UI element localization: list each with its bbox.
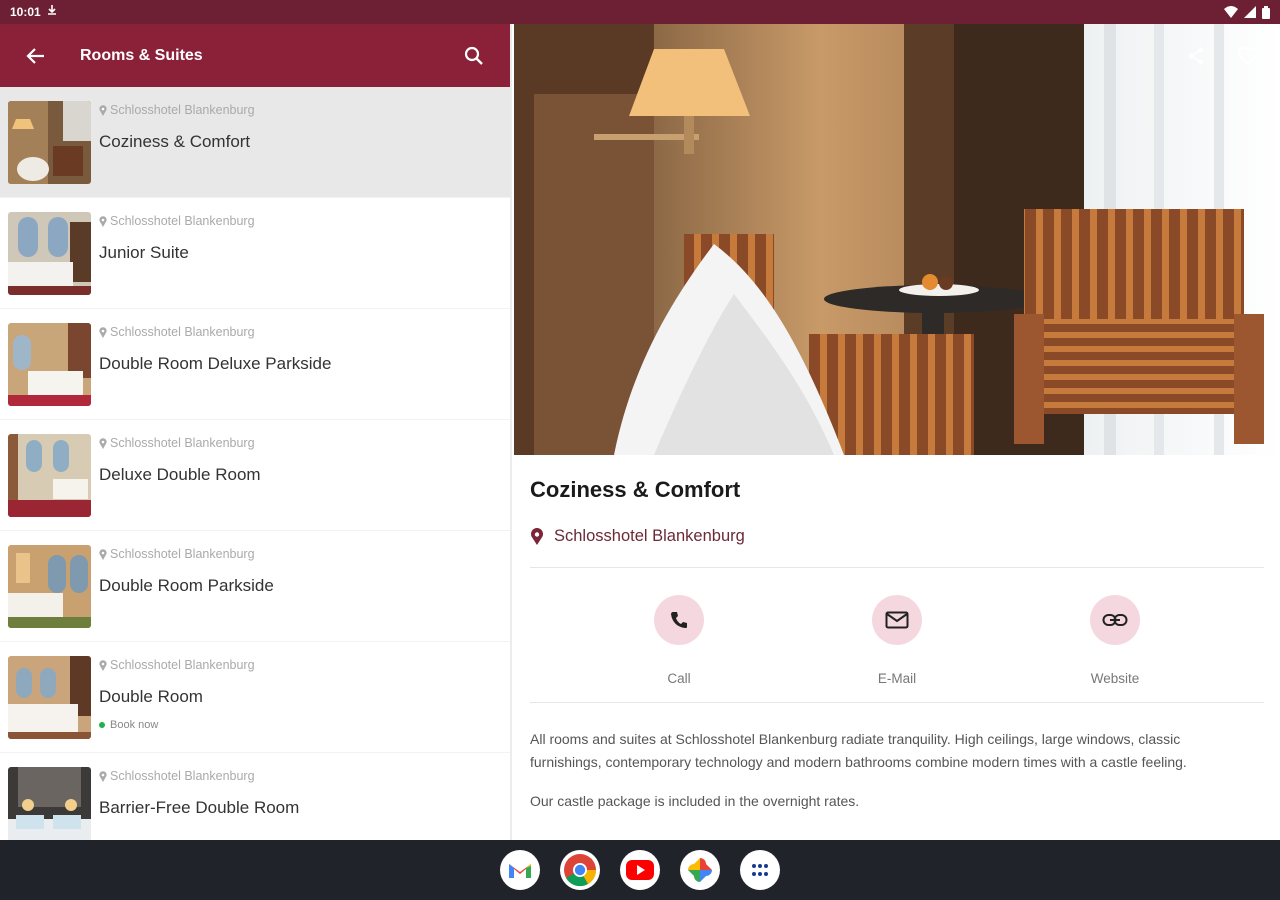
hotel-location-link[interactable]: Schlosshotel Blankenburg [530,527,1264,546]
location-pin-icon [99,326,107,338]
back-button[interactable] [18,38,54,74]
website-button[interactable]: Website [1055,595,1175,702]
item-location: Schlosshotel Blankenburg [110,547,255,561]
location-pin-icon [99,770,107,782]
status-bar: 10:01 [0,0,1280,24]
item-location: Schlosshotel Blankenburg [110,325,255,339]
location-pin-icon [531,527,543,545]
availability-badge: Book now [99,719,255,731]
location-pin-icon [99,437,107,449]
location-pin-icon [99,104,107,116]
link-icon [1102,614,1128,626]
room-thumbnail [8,101,91,184]
hotel-location-label: Schlosshotel Blankenburg [554,527,745,545]
list-item[interactable]: Schlosshotel Blankenburg Double Room Del… [0,309,510,420]
location-pin-icon [99,548,107,560]
rooms-list-pane: Rooms & Suites Schlosshotel Blankenburg … [0,24,512,840]
item-location: Schlosshotel Blankenburg [110,103,255,117]
signal-icon [1244,6,1256,18]
status-time: 10:01 [10,5,41,19]
app-bar-title: Rooms & Suites [80,46,203,64]
email-label: E-Mail [877,671,917,686]
arrow-back-icon [26,47,44,64]
room-title: Coziness & Comfort [530,477,741,502]
item-title: Barrier-Free Double Room [99,798,300,817]
website-label: Website [1090,671,1140,686]
share-button[interactable] [1182,42,1210,70]
notification-icon [47,5,57,19]
search-button[interactable] [456,38,492,74]
item-title: Deluxe Double Room [99,465,261,484]
item-title: Junior Suite [99,243,189,262]
taskbar [0,840,1280,900]
call-button[interactable]: Call [619,595,739,702]
list-item[interactable]: Schlosshotel Blankenburg Double Room Boo… [0,642,510,753]
share-icon [1188,47,1204,65]
badge-label: Book now [110,719,159,731]
list-item[interactable]: Schlosshotel Blankenburg Deluxe Double R… [0,420,510,531]
photos-icon[interactable] [680,850,720,890]
list-item[interactable]: Schlosshotel Blankenburg Coziness & Comf… [0,87,510,198]
room-thumbnail [8,434,91,517]
item-title: Coziness & Comfort [99,132,251,151]
list-item[interactable]: Schlosshotel Blankenburg Barrier-Free Do… [0,753,510,840]
room-thumbnail [8,545,91,628]
youtube-icon[interactable] [620,850,660,890]
room-description: All rooms and suites at Schlosshotel Bla… [530,731,1187,770]
wifi-icon [1224,6,1238,18]
apps-icon[interactable] [740,850,780,890]
room-detail-pane: Coziness & Comfort Schlosshotel Blankenb… [514,24,1280,840]
room-thumbnail [8,656,91,739]
item-location: Schlosshotel Blankenburg [110,658,255,672]
chrome-icon[interactable] [560,850,600,890]
item-title: Double Room [99,687,203,706]
call-label: Call [667,671,691,686]
room-thumbnail [8,212,91,295]
status-dot [99,722,105,728]
search-icon [464,46,483,65]
room-thumbnail [8,323,91,406]
room-thumbnail [8,767,91,840]
list-item[interactable]: Schlosshotel Blankenburg Junior Suite [0,198,510,309]
item-title: Double Room Deluxe Parkside [99,354,332,373]
item-location: Schlosshotel Blankenburg [110,214,255,228]
email-button[interactable]: E-Mail [837,595,957,702]
favorite-button[interactable] [1234,42,1262,70]
location-pin-icon [99,659,107,671]
item-location: Schlosshotel Blankenburg [110,436,255,450]
room-description-note: Our castle package is included in the ov… [530,793,860,809]
battery-icon [1262,5,1270,19]
app-bar: Rooms & Suites [0,24,510,87]
gmail-icon[interactable] [500,850,540,890]
divider [530,702,1264,703]
item-location: Schlosshotel Blankenburg [110,769,255,783]
list-item[interactable]: Schlosshotel Blankenburg Double Room Par… [0,531,510,642]
item-title: Double Room Parkside [99,576,274,595]
heart-icon [1237,46,1259,66]
phone-icon [671,612,687,628]
contact-actions: Call E-Mail Website [530,568,1264,702]
location-pin-icon [99,215,107,227]
mail-icon [885,611,909,629]
room-hero-image [514,24,1280,455]
